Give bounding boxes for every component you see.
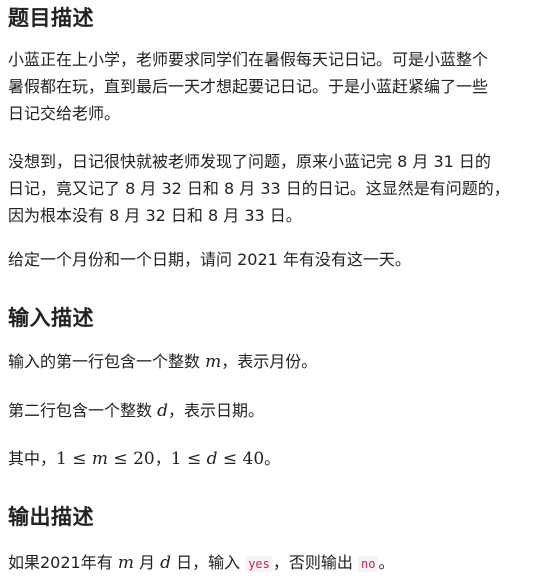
input-line-2-text: 第二行包含一个整数 <box>8 401 158 420</box>
input-line-2-suffix: ，表示日期。 <box>167 401 264 420</box>
input-line-1-suffix: ，表示月份。 <box>221 352 318 371</box>
var-m: m <box>205 352 222 372</box>
problem-p1-line-1: 小蓝正在上小学，老师要求同学们在暑假每天记日记。可是小蓝整个 <box>8 50 489 69</box>
problem-paragraph-3: 给定一个月份和一个日期，请问 2021 年有没有这一天。 <box>8 250 411 269</box>
problem-p1-line-3: 日记交给老师。 <box>8 104 121 123</box>
var-m: m <box>117 553 134 573</box>
constraints-prefix: 其中， <box>8 449 57 468</box>
problem-p2-line-2: 日记，竟又记了 8 月 32 日和 8 月 33 日的日记。这显然是有问题的， <box>8 179 510 198</box>
input-constraints: 其中，1 ≤ m ≤ 20，1 ≤ d ≤ 40。 <box>8 445 280 473</box>
problem-paragraph-2: 没想到，日记很快就被老师发现了问题，原来小蓝记完 8 月 31 日的 日记，竟又… <box>8 148 548 229</box>
code-no: no <box>357 556 379 572</box>
input-description-heading: 输入描述 <box>8 306 94 330</box>
problem-p1-line-2: 暑假都在玩，直到最后一天才想起要记日记。于是小蓝赶紧编了一些 <box>8 77 489 96</box>
input-line-1-text: 输入的第一行包含一个整数 <box>8 352 206 371</box>
constraints-suffix: 。 <box>264 449 281 468</box>
problem-p2-line-1: 没想到，日记很快就被老师发现了问题，原来小蓝记完 8 月 31 日的 <box>8 152 491 171</box>
problem-p2-line-3: 因为根本没有 8 月 32 日和 8 月 33 日。 <box>8 206 302 225</box>
output-line: 如果2021年有 m 月 d 日，输入 yes ，否则输出 no。 <box>8 553 395 573</box>
problem-page: 题目描述 小蓝正在上小学，老师要求同学们在暑假每天记日记。可是小蓝整个 暑假都在… <box>0 0 554 580</box>
problem-description-heading: 题目描述 <box>8 6 94 30</box>
constraint-d: 1 ≤ d ≤ 40 <box>170 449 265 469</box>
var-d: d <box>157 401 168 421</box>
constraints-separator: ， <box>154 449 171 468</box>
input-line-2: 第二行包含一个整数 d，表示日期。 <box>8 397 264 425</box>
problem-paragraph-1: 小蓝正在上小学，老师要求同学们在暑假每天记日记。可是小蓝整个 暑假都在玩，直到最… <box>8 46 548 127</box>
output-description-heading: 输出描述 <box>8 505 94 529</box>
constraint-m: 1 ≤ m ≤ 20 <box>56 449 155 469</box>
var-d: d <box>160 553 172 573</box>
input-line-1: 输入的第一行包含一个整数 m，表示月份。 <box>8 348 317 376</box>
code-yes: yes <box>245 556 273 572</box>
